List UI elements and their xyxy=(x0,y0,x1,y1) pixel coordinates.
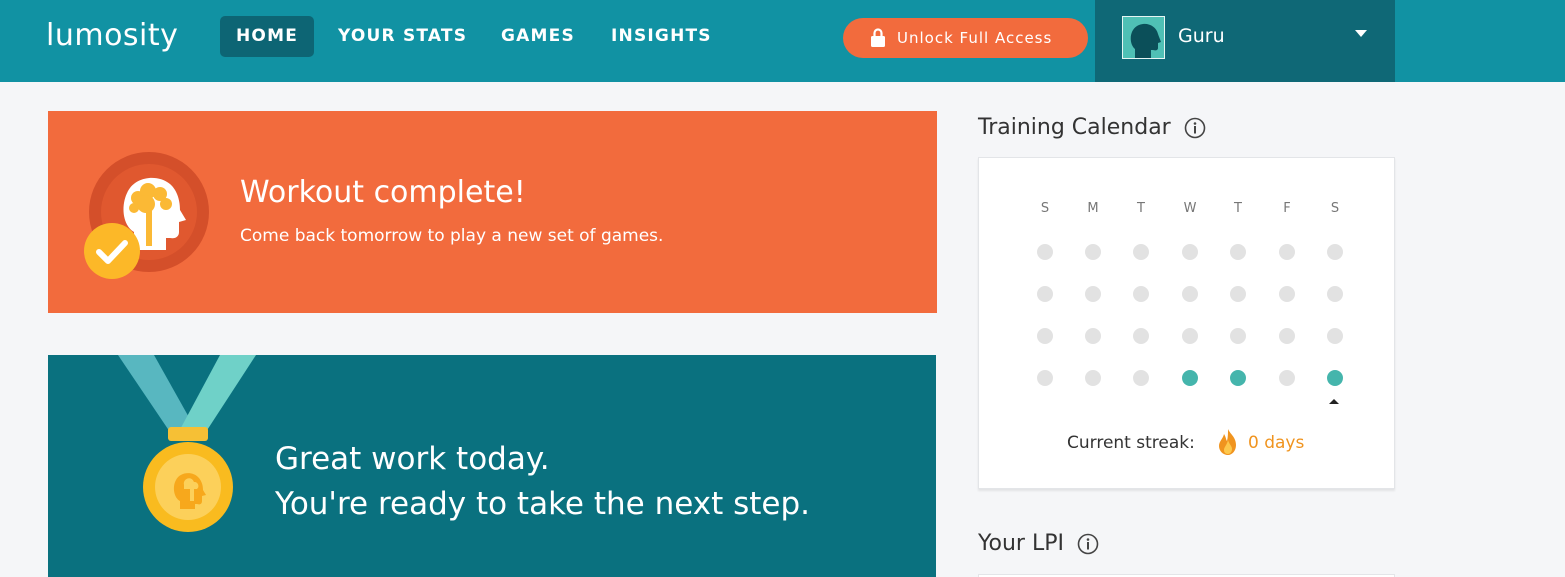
calendar-day-completed xyxy=(1327,370,1343,386)
top-nav: lumosity HOME YOUR STATS GAMES INSIGHTS … xyxy=(0,0,1565,82)
calendar-day-empty xyxy=(1085,370,1101,386)
workout-subtitle: Come back tomorrow to play a new set of … xyxy=(240,226,664,246)
great-work-line-2: You're ready to take the next step. xyxy=(275,486,811,522)
calendar-day-empty xyxy=(1037,286,1053,302)
calendar-day-completed xyxy=(1182,370,1198,386)
great-work-line-1: Great work today. xyxy=(275,441,550,477)
streak-value: 0 days xyxy=(1248,433,1305,453)
calendar-day-empty xyxy=(1230,286,1246,302)
calendar-day-empty xyxy=(1279,244,1295,260)
flame-icon xyxy=(1219,429,1236,455)
calendar-day-empty xyxy=(1037,328,1053,344)
user-menu[interactable]: Guru xyxy=(1095,0,1395,82)
nav-home[interactable]: HOME xyxy=(220,16,315,57)
calendar-day-empty xyxy=(1182,286,1198,302)
training-calendar-card: S M T W T F S Current streak: 0 days xyxy=(978,157,1395,489)
calendar-day-empty xyxy=(1037,370,1053,386)
lumosity-logo[interactable]: lumosity xyxy=(46,18,178,53)
great-work-card: Great work today. You're ready to take t… xyxy=(48,355,936,577)
calendar-day-empty xyxy=(1133,244,1149,260)
unlock-full-access-button[interactable]: Unlock Full Access xyxy=(843,18,1088,58)
calendar-day-empty xyxy=(1133,286,1149,302)
nav-games[interactable]: GAMES xyxy=(485,16,591,57)
calendar-day-empty xyxy=(1279,286,1295,302)
day-label-sun: S xyxy=(1040,201,1050,216)
workout-title: Workout complete! xyxy=(240,175,526,210)
user-name: Guru xyxy=(1178,25,1225,47)
workout-complete-banner: Workout complete! Come back tomorrow to … xyxy=(48,111,937,313)
calendar-day-empty xyxy=(1037,244,1053,260)
day-label-thu: T xyxy=(1234,201,1242,216)
training-calendar-label: Training Calendar xyxy=(978,115,1171,140)
calendar-day-empty xyxy=(1182,244,1198,260)
your-lpi-title: Your LPI xyxy=(978,531,1099,556)
calendar-day-empty xyxy=(1279,370,1295,386)
calendar-day-empty xyxy=(1279,328,1295,344)
day-label-fri: F xyxy=(1283,201,1291,216)
nav-background-strip xyxy=(1395,0,1565,82)
calendar-day-empty xyxy=(1327,244,1343,260)
medal-icon xyxy=(118,355,256,532)
calendar-day-empty xyxy=(1085,328,1101,344)
calendar-day-empty xyxy=(1133,328,1149,344)
today-marker-icon xyxy=(1329,399,1339,404)
unlock-label: Unlock Full Access xyxy=(897,29,1053,47)
calendar-day-empty xyxy=(1133,370,1149,386)
calendar-day-empty xyxy=(1085,244,1101,260)
head-silhouette-icon xyxy=(1130,23,1161,58)
streak-label: Current streak: xyxy=(1067,433,1195,453)
day-label-wed: W xyxy=(1183,201,1197,216)
day-label-tue: T xyxy=(1137,201,1145,216)
nav-your-stats[interactable]: YOUR STATS xyxy=(322,16,483,57)
info-icon[interactable] xyxy=(1184,117,1206,139)
lock-icon xyxy=(871,28,885,47)
your-lpi-label: Your LPI xyxy=(978,531,1064,556)
info-icon[interactable] xyxy=(1077,533,1099,555)
calendar-day-empty xyxy=(1327,328,1343,344)
chevron-down-icon[interactable] xyxy=(1355,30,1367,37)
day-label-mon: M xyxy=(1087,201,1099,216)
calendar-day-empty xyxy=(1182,328,1198,344)
calendar-day-empty xyxy=(1085,286,1101,302)
calendar-day-completed xyxy=(1230,370,1246,386)
avatar xyxy=(1122,16,1165,59)
calendar-day-empty xyxy=(1230,244,1246,260)
training-calendar-title: Training Calendar xyxy=(978,115,1206,140)
calendar-day-empty xyxy=(1230,328,1246,344)
brain-head-badge-icon xyxy=(84,152,209,279)
nav-insights[interactable]: INSIGHTS xyxy=(595,16,728,57)
calendar-day-empty xyxy=(1327,286,1343,302)
day-label-sat: S xyxy=(1330,201,1340,216)
